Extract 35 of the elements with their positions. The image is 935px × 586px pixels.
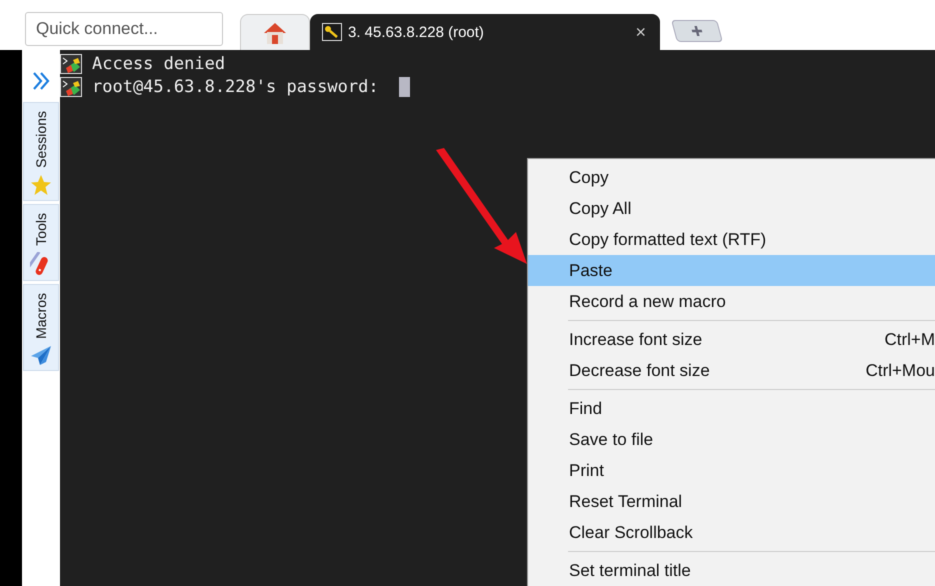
close-tab-button[interactable]: × bbox=[635, 22, 646, 42]
cursor bbox=[398, 76, 410, 96]
menu-item[interactable]: Save to file bbox=[528, 424, 935, 455]
menu-item[interactable]: Copy formatted text (RTF) bbox=[528, 224, 935, 255]
menu-item[interactable]: Paste bbox=[528, 255, 935, 286]
menu-item[interactable]: Record a new macro bbox=[528, 286, 935, 317]
terminal-line: root@45.63.8.228's password: bbox=[92, 76, 380, 96]
shortcut-text: Ctrl+Mou bbox=[866, 360, 935, 380]
menu-label: Increase font size bbox=[569, 330, 702, 350]
menu-label: Decrease font size bbox=[569, 360, 710, 380]
tab-title: 3. 45.63.8.228 (root) bbox=[348, 24, 484, 40]
sidebar-tab[interactable]: Tools bbox=[23, 204, 59, 280]
menu-item[interactable]: Find bbox=[528, 393, 935, 424]
key-icon bbox=[322, 23, 342, 41]
paper-plane-icon bbox=[30, 344, 52, 366]
home-tab[interactable] bbox=[240, 14, 310, 50]
sidebar-tab[interactable]: Macros bbox=[23, 284, 59, 372]
star-icon bbox=[30, 174, 52, 196]
menu-item[interactable]: Print bbox=[528, 455, 935, 486]
quick-connect-field[interactable]: Quick connect... bbox=[25, 12, 223, 46]
new-tab-button[interactable] bbox=[671, 20, 723, 42]
menu-item[interactable]: Set terminal title bbox=[528, 555, 935, 586]
menu-item[interactable]: Reset Terminal bbox=[528, 486, 935, 517]
menu-item[interactable]: Clear Scrollback bbox=[528, 517, 935, 548]
house-icon bbox=[263, 20, 287, 44]
plus-icon bbox=[689, 25, 705, 37]
menu-item[interactable]: Copy bbox=[528, 162, 935, 193]
menu-item[interactable]: Decrease font size Ctrl+Mou bbox=[528, 355, 935, 386]
menu-item[interactable]: Copy All bbox=[528, 193, 935, 224]
terminal-line: Access denied bbox=[92, 54, 226, 74]
menu-item[interactable]: Increase font size Ctrl+M bbox=[528, 324, 935, 355]
shortcut-text: Ctrl+M bbox=[884, 330, 935, 350]
sidebar-tab[interactable]: Sessions bbox=[23, 102, 59, 201]
session-tab[interactable]: 3. 45.63.8.228 (root) × bbox=[310, 14, 660, 50]
double-chevron-icon bbox=[30, 70, 52, 92]
